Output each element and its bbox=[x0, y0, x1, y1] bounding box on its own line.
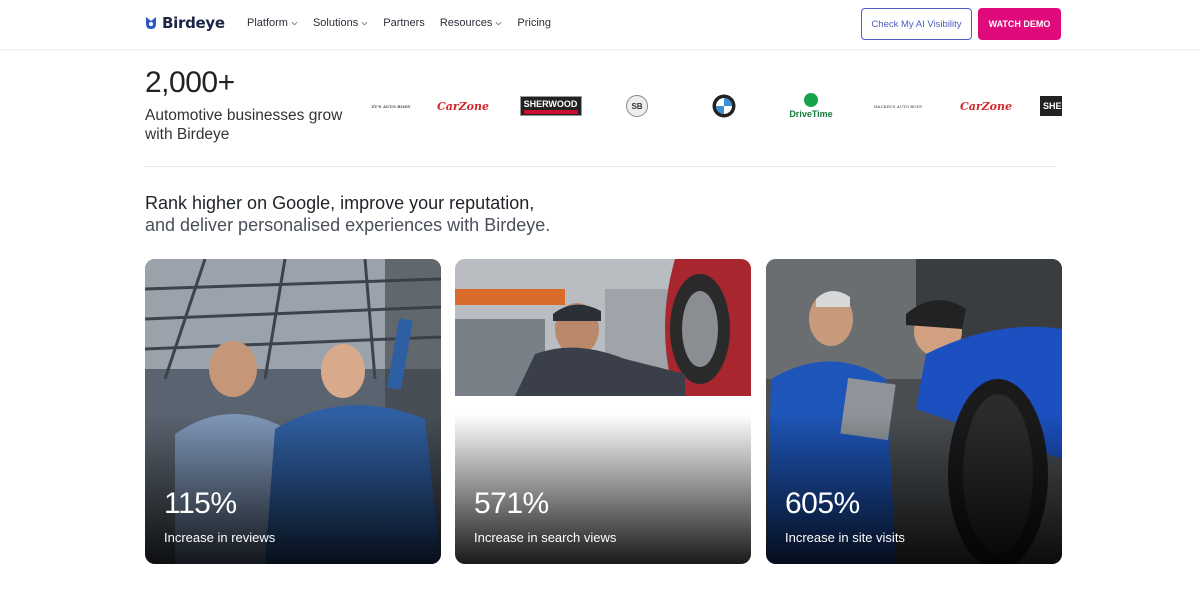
business-count-subtitle: Automotive businesses grow with Birdeye bbox=[145, 107, 343, 143]
stat-label: Increase in site visits bbox=[785, 530, 905, 545]
nav-label: Partners bbox=[383, 17, 425, 29]
section-headline: Rank higher on Google, improve your repu… bbox=[145, 192, 550, 236]
stat-value: 605% bbox=[785, 487, 860, 520]
stat-value: 571% bbox=[474, 487, 549, 520]
chevron-down-icon bbox=[291, 21, 298, 25]
check-ai-visibility-button[interactable]: Check My AI Visibility bbox=[861, 8, 972, 40]
business-count: 2,000+ bbox=[145, 66, 235, 99]
stat-label: Increase in search views bbox=[474, 530, 617, 545]
chevron-down-icon bbox=[361, 21, 368, 25]
carzone-logo-2: CarZone bbox=[959, 99, 1013, 113]
stat-card-search-views[interactable]: 571% Increase in search views bbox=[455, 259, 751, 564]
nav-item-pricing[interactable]: Pricing bbox=[517, 17, 551, 29]
nav-label: Solutions bbox=[312, 17, 359, 29]
sherwood-gmc-logo: SHERWOOD bbox=[519, 78, 582, 134]
brand-name: Birdeye bbox=[162, 14, 225, 32]
nav-item-solutions[interactable]: Solutions bbox=[313, 17, 368, 29]
mechanic-wheel-photo bbox=[455, 259, 751, 396]
nav-label: Resources bbox=[439, 17, 493, 29]
mackin-auto-logo: MACKIN'S AUTO BODY bbox=[873, 103, 923, 109]
sherwood-logo-2: SHE bbox=[1040, 78, 1062, 134]
site-header: Birdeye Platform Solutions Partners Reso… bbox=[0, 0, 1200, 50]
stat-card-site-visits[interactable]: 605% Increase in site visits bbox=[766, 259, 1062, 564]
nav-item-partners[interactable]: Partners bbox=[383, 17, 425, 29]
section-divider bbox=[145, 166, 1056, 167]
birdeye-logo[interactable]: Birdeye bbox=[144, 14, 225, 32]
birdeye-logo-icon bbox=[146, 17, 156, 29]
nav-label: Platform bbox=[247, 17, 288, 29]
main-nav: Platform Solutions Partners Resources Pr… bbox=[247, 17, 551, 29]
headline-line-1: Rank higher on Google, improve your repu… bbox=[145, 193, 535, 213]
nav-item-resources[interactable]: Resources bbox=[440, 17, 503, 29]
headline-line-2: and deliver personalised experiences wit… bbox=[145, 215, 551, 235]
drivetime-logo: DriveTime bbox=[785, 78, 837, 134]
stat-value: 115% bbox=[164, 487, 237, 520]
stat-card-reviews[interactable]: 115% Increase in reviews bbox=[145, 259, 441, 564]
bmw-logo bbox=[711, 78, 737, 134]
nav-item-platform[interactable]: Platform bbox=[247, 17, 298, 29]
sb-logo: SB bbox=[625, 78, 649, 134]
watch-demo-button[interactable]: WATCH DEMO bbox=[978, 8, 1061, 40]
auto-dealer-logo: ZT'S AUTO BODY bbox=[371, 103, 411, 109]
carzone-logo: CarZone bbox=[436, 99, 490, 113]
stat-label: Increase in reviews bbox=[164, 530, 276, 545]
nav-label: Pricing bbox=[517, 17, 552, 29]
chevron-down-icon bbox=[495, 21, 502, 25]
customer-logo-strip: ZT'S AUTO BODY CarZone SHERWOOD SB Drive… bbox=[368, 78, 1062, 134]
bmw-roundel-icon bbox=[712, 94, 736, 118]
